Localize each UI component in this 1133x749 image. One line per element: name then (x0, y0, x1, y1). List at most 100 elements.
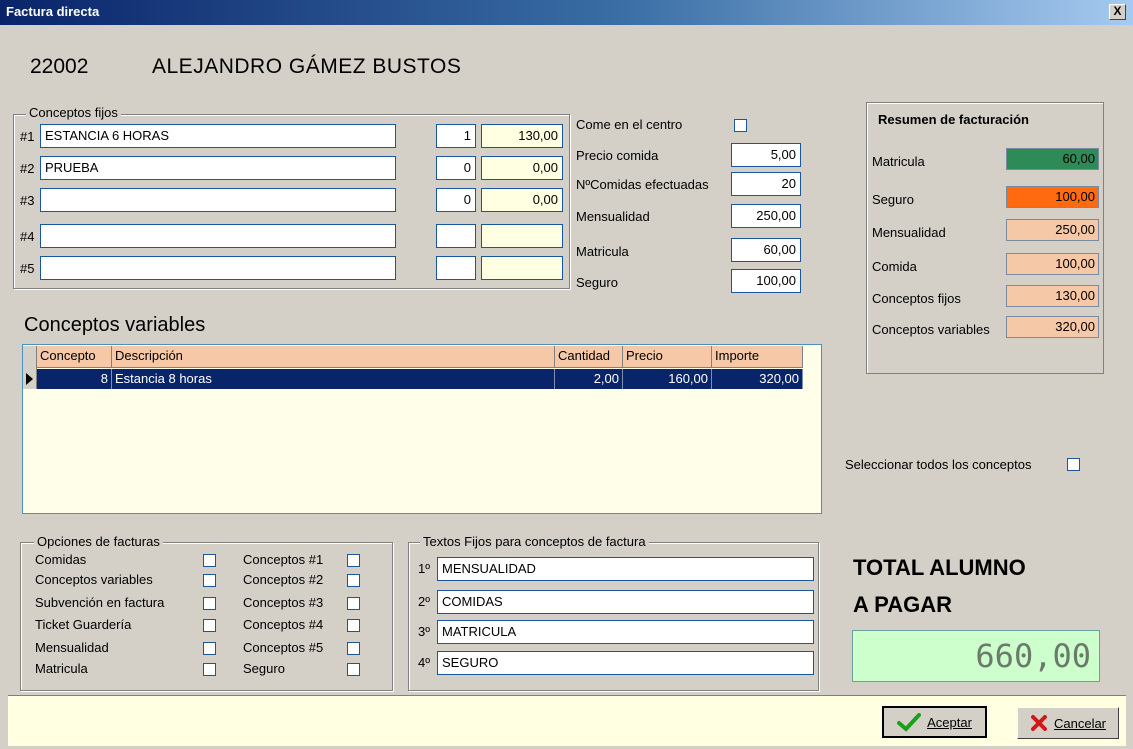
opcion-checkbox[interactable] (347, 597, 360, 610)
resumen-label: Seguro (872, 192, 914, 207)
cell-descripcion[interactable]: Estancia 8 horas (112, 369, 555, 389)
resumen-title: Resumen de facturación (878, 112, 1029, 127)
concepto-fijo-amount[interactable] (481, 256, 563, 280)
opcion-label: Conceptos #2 (243, 572, 324, 587)
opcion-label: Matricula (35, 661, 88, 676)
come-centro-checkbox[interactable] (734, 119, 747, 132)
opcion-checkbox[interactable] (203, 574, 216, 587)
column-header-concepto[interactable]: Concepto (37, 346, 112, 368)
column-header-cantidad[interactable]: Cantidad (555, 346, 623, 368)
textos-fijos-label: Textos Fijos para conceptos de factura (420, 534, 649, 549)
resumen-label: Conceptos variables (872, 322, 990, 337)
concepto-fijo-text[interactable] (40, 224, 396, 248)
checkmark-icon (897, 713, 922, 732)
resumen-label: Comida (872, 259, 917, 274)
concepto-fijo-amount[interactable]: 130,00 (481, 124, 563, 148)
resumen-value: 100,00 (1006, 253, 1099, 275)
opcion-checkbox[interactable] (347, 574, 360, 587)
cancelar-label: Cancelar (1053, 715, 1107, 731)
conceptos-variables-grid[interactable]: Concepto Descripción Cantidad Precio Imp… (22, 344, 822, 514)
column-header-precio[interactable]: Precio (623, 346, 712, 368)
concepto-fijo-tag: #4 (20, 229, 35, 244)
concepto-fijo-qty[interactable]: 1 (436, 124, 476, 148)
precio-comida-label: Precio comida (576, 148, 659, 163)
come-centro-label: Come en el centro (576, 117, 683, 132)
opcion-label: Ticket Guardería (35, 617, 132, 632)
student-name: ALEJANDRO GÁMEZ BUSTOS (152, 55, 462, 78)
seguro-field[interactable]: 100,00 (731, 269, 801, 293)
opcion-checkbox[interactable] (203, 554, 216, 567)
concepto-fijo-qty[interactable]: 0 (436, 188, 476, 212)
aceptar-label: Aceptar (927, 714, 972, 730)
texto-fijo-field[interactable]: SEGURO (437, 651, 814, 675)
opcion-label: Conceptos variables (35, 572, 153, 587)
concepto-fijo-qty[interactable] (436, 224, 476, 248)
resumen-value: 60,00 (1006, 148, 1099, 170)
cell-importe[interactable]: 320,00 (712, 369, 803, 389)
concepto-fijo-text[interactable]: PRUEBA (40, 156, 396, 180)
opcion-checkbox[interactable] (347, 663, 360, 676)
seguro-label: Seguro (576, 275, 618, 290)
total-label-line2: A PAGAR (853, 592, 952, 617)
opcion-label: Conceptos #3 (243, 595, 324, 610)
concepto-fijo-text[interactable] (40, 256, 396, 280)
x-icon (1030, 715, 1047, 731)
seleccionar-todos-checkbox[interactable] (1067, 458, 1080, 471)
opcion-label: Seguro (243, 661, 285, 676)
row-pointer-icon (26, 373, 33, 385)
texto-fijo-field[interactable]: COMIDAS (437, 590, 814, 614)
cell-concepto[interactable]: 8 (37, 369, 112, 389)
opcion-label: Conceptos #4 (243, 617, 324, 632)
opcion-label: Comidas (35, 552, 87, 567)
opciones-label: Opciones de facturas (34, 534, 163, 549)
resumen-value: 130,00 (1006, 285, 1099, 307)
ncomidas-field[interactable]: 20 (731, 172, 801, 196)
concepto-fijo-tag: #5 (20, 261, 35, 276)
cell-precio[interactable]: 160,00 (623, 369, 712, 389)
concepto-fijo-amount[interactable]: 0,00 (481, 188, 563, 212)
precio-comida-field[interactable]: 5,00 (731, 143, 801, 167)
student-code: 22002 (30, 55, 89, 78)
concepto-fijo-amount[interactable] (481, 224, 563, 248)
opcion-checkbox[interactable] (203, 642, 216, 655)
resumen-value: 100,00 (1006, 186, 1099, 208)
concepto-fijo-text[interactable]: ESTANCIA 6 HORAS (40, 124, 396, 148)
conceptos-variables-title: Conceptos variables (24, 314, 206, 336)
concepto-fijo-tag: #3 (20, 193, 35, 208)
texto-fijo-tag: 1º (418, 561, 430, 576)
opcion-label: Subvención en factura (35, 595, 165, 610)
opcion-checkbox[interactable] (203, 619, 216, 632)
cancelar-button[interactable]: Cancelar (1017, 707, 1119, 739)
close-button[interactable]: X (1109, 4, 1126, 20)
cell-cantidad[interactable]: 2,00 (555, 369, 623, 389)
seleccionar-todos-label: Seleccionar todos los conceptos (845, 457, 1032, 472)
opcion-checkbox[interactable] (203, 597, 216, 610)
matricula-label: Matricula (576, 244, 629, 259)
opcion-checkbox[interactable] (347, 642, 360, 655)
resumen-value: 250,00 (1006, 219, 1099, 241)
opcion-label: Conceptos #5 (243, 640, 324, 655)
mensualidad-field[interactable]: 250,00 (731, 204, 801, 228)
window-title: Factura directa (6, 4, 100, 19)
concepto-fijo-tag: #2 (20, 161, 35, 176)
texto-fijo-tag: 3º (418, 624, 430, 639)
aceptar-button[interactable]: Aceptar (882, 706, 987, 738)
opcion-label: Conceptos #1 (243, 552, 324, 567)
concepto-fijo-amount[interactable]: 0,00 (481, 156, 563, 180)
texto-fijo-tag: 4º (418, 655, 430, 670)
opcion-checkbox[interactable] (347, 554, 360, 567)
conceptos-fijos-label: Conceptos fijos (26, 105, 121, 120)
concepto-fijo-text[interactable] (40, 188, 396, 212)
column-header-importe[interactable]: Importe (712, 346, 803, 368)
concepto-fijo-qty[interactable] (436, 256, 476, 280)
texto-fijo-field[interactable]: MENSUALIDAD (437, 557, 814, 581)
texto-fijo-field[interactable]: MATRICULA (437, 620, 814, 644)
resumen-value: 320,00 (1006, 316, 1099, 338)
resumen-label: Conceptos fijos (872, 291, 961, 306)
matricula-field[interactable]: 60,00 (731, 238, 801, 262)
column-header-descripcion[interactable]: Descripción (112, 346, 555, 368)
opcion-label: Mensualidad (35, 640, 109, 655)
opcion-checkbox[interactable] (203, 663, 216, 676)
concepto-fijo-qty[interactable]: 0 (436, 156, 476, 180)
opcion-checkbox[interactable] (347, 619, 360, 632)
